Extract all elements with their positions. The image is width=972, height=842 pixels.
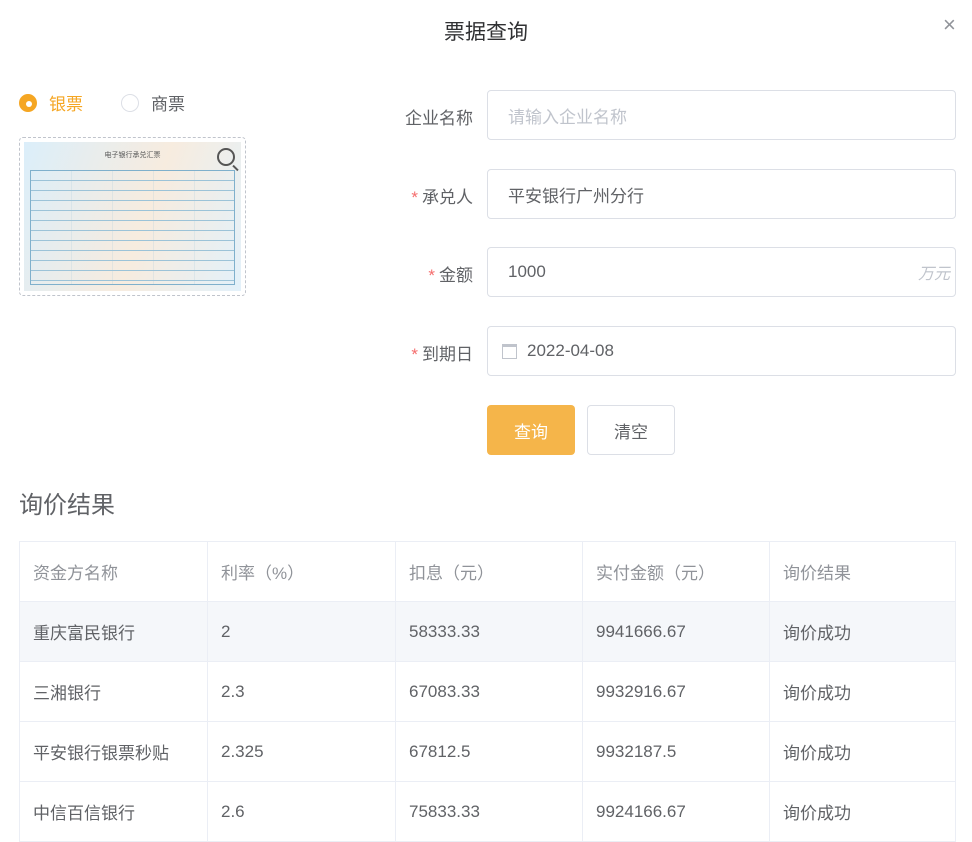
- clear-button[interactable]: 清空: [587, 405, 675, 455]
- acceptor-input[interactable]: 平安银行广州分行: [487, 169, 956, 219]
- table-cell: 平安银行银票秒贴: [19, 721, 208, 782]
- table-cell: 三湘银行: [19, 661, 208, 722]
- magnifier-icon[interactable]: [217, 148, 235, 166]
- table-cell: 重庆富民银行: [19, 601, 208, 662]
- radio-label: 银票: [49, 95, 83, 114]
- table-row[interactable]: 三湘银行 2.3 67083.33 9932916.67 询价成功: [19, 661, 956, 722]
- results-title: 询价结果: [19, 492, 115, 519]
- dialog-title: 票据查询: [444, 21, 528, 44]
- amount-value: 1000: [508, 262, 546, 281]
- bill-image-upload[interactable]: 电子银行承兑汇票: [19, 137, 246, 296]
- table-cell: 2.3: [207, 661, 396, 722]
- radio-unchecked-icon: [121, 93, 139, 112]
- due-date-label: * 到期日: [411, 345, 473, 364]
- table-cell: 2: [207, 601, 396, 662]
- table-row[interactable]: 重庆富民银行 2 58333.33 9941666.67 询价成功: [19, 601, 956, 662]
- table-cell: 中信百信银行: [19, 781, 208, 842]
- company-input[interactable]: 请输入企业名称: [487, 90, 956, 140]
- amount-label: * 金额: [428, 266, 473, 285]
- column-header: 询价结果: [769, 541, 956, 602]
- table-cell: 67083.33: [395, 661, 583, 722]
- due-date-value: 2022-04-08: [527, 341, 614, 360]
- radio-commercial-bill[interactable]: 商票: [121, 90, 185, 115]
- table-cell: 58333.33: [395, 601, 583, 662]
- results-table: 资金方名称 利率（%） 扣息（元） 实付金额（元） 询价结果 重庆富民银行 2 58…: [19, 541, 956, 842]
- close-icon[interactable]: ×: [943, 12, 956, 38]
- table-cell: 询价成功: [769, 601, 956, 662]
- table-cell: 9932916.67: [582, 661, 770, 722]
- column-header: 扣息（元）: [395, 541, 583, 602]
- amount-input[interactable]: 1000 万元: [487, 247, 956, 297]
- table-row[interactable]: 中信百信银行 2.6 75833.33 9924166.67 询价成功: [19, 781, 956, 842]
- table-cell: 67812.5: [395, 721, 583, 782]
- table-cell: 9932187.5: [582, 721, 770, 782]
- table-cell: 询价成功: [769, 721, 956, 782]
- bill-image: 电子银行承兑汇票: [24, 142, 241, 291]
- calendar-icon: [502, 343, 517, 359]
- table-cell: 75833.33: [395, 781, 583, 842]
- company-placeholder: 请输入企业名称: [508, 107, 627, 127]
- bill-table-lines: [30, 170, 235, 285]
- table-header: 资金方名称 利率（%） 扣息（元） 实付金额（元） 询价结果: [19, 541, 956, 602]
- radio-checked-icon: [19, 93, 37, 112]
- amount-suffix: 万元: [917, 266, 950, 283]
- table-cell: 2.325: [207, 721, 396, 782]
- column-header: 实付金额（元）: [582, 541, 770, 602]
- query-button[interactable]: 查询: [487, 405, 575, 455]
- table-cell: 9941666.67: [582, 601, 770, 662]
- company-label: 企业名称: [405, 109, 473, 128]
- table-cell: 2.6: [207, 781, 396, 842]
- table-row[interactable]: 平安银行银票秒贴 2.325 67812.5 9932187.5 询价成功: [19, 721, 956, 782]
- column-header: 利率（%）: [207, 541, 396, 602]
- table-cell: 询价成功: [769, 781, 956, 842]
- acceptor-value: 平安银行广州分行: [508, 186, 644, 206]
- acceptor-label: * 承兑人: [411, 188, 473, 207]
- table-cell: 询价成功: [769, 661, 956, 722]
- radio-label: 商票: [151, 95, 185, 114]
- radio-bank-bill[interactable]: 银票: [19, 90, 83, 115]
- bill-image-title: 电子银行承兑汇票: [104, 152, 161, 159]
- due-date-picker[interactable]: 2022-04-08: [487, 326, 956, 376]
- table-cell: 9924166.67: [582, 781, 770, 842]
- column-header: 资金方名称: [19, 541, 208, 602]
